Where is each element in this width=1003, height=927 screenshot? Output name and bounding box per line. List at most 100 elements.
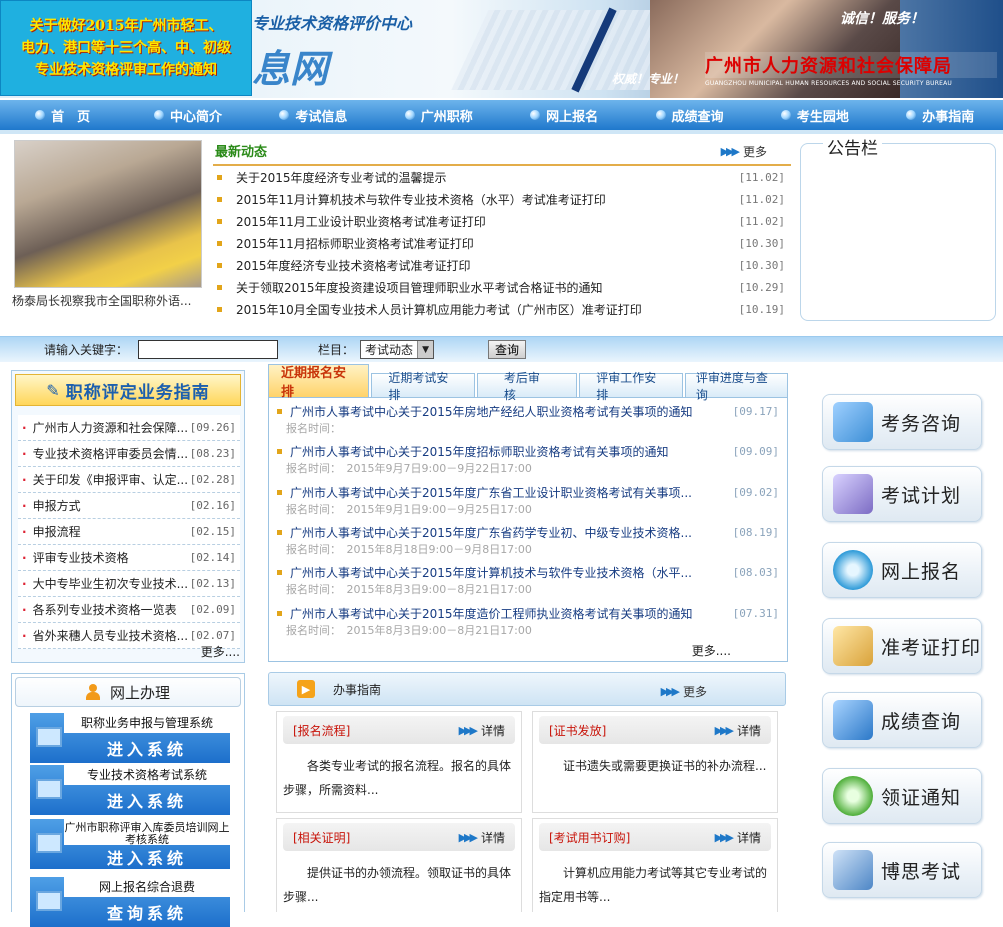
list-item[interactable]: · 评审专业技术资格 [02.14] bbox=[18, 545, 240, 571]
service-card-tag[interactable]: [证书发放] bbox=[549, 722, 606, 739]
guide-item-title[interactable]: 申报方式 bbox=[33, 497, 190, 514]
side-button-certificate[interactable]: 领证通知 bbox=[822, 768, 982, 824]
side-button-print[interactable]: 准考证打印 bbox=[822, 618, 982, 674]
nav-guide[interactable]: 办事指南 bbox=[878, 100, 1003, 130]
nav-about[interactable]: 中心简介 bbox=[125, 100, 250, 130]
registration-time: 报名时间： bbox=[286, 422, 341, 435]
side-button-consult[interactable]: 考务咨询 bbox=[822, 394, 982, 450]
list-item[interactable]: · 广州市人力资源和社会保障... [09.26] bbox=[18, 415, 240, 441]
service-card-tag[interactable]: [报名流程] bbox=[293, 722, 350, 739]
bullet-icon bbox=[217, 306, 222, 312]
news-title[interactable]: 关于2015年度经济专业考试的温馨提示 bbox=[236, 169, 739, 186]
list-item[interactable]: · 专业技术资格评审委员会情... [08.23] bbox=[18, 441, 240, 467]
news-item[interactable]: 2015年11月工业设计职业资格考试准考证打印 [11.02] bbox=[213, 210, 791, 232]
news-item[interactable]: 2015年11月招标师职业资格考试准考证打印 [10.30] bbox=[213, 232, 791, 254]
service-card-tag[interactable]: [考试用书订购] bbox=[549, 829, 630, 846]
exam-title-link[interactable]: 广州市人事考试中心关于2015年度造价工程师执业资格考试有关事项的通知 bbox=[290, 605, 733, 622]
detail-link[interactable]: ▶▶▶ 详情 bbox=[715, 829, 761, 846]
news-title[interactable]: 2015年度经济专业技术资格考试准考证打印 bbox=[236, 257, 739, 274]
tab-recent-registration[interactable]: 近期报名安排 bbox=[268, 364, 370, 400]
exam-title-link[interactable]: 广州市人事考试中心关于2015年房地产经纪人职业资格考试有关事项的通知 bbox=[290, 403, 733, 420]
bullet-icon bbox=[277, 569, 282, 575]
list-item[interactable]: · 大中专毕业生初次专业技术... [02.13] bbox=[18, 571, 240, 597]
computer-icon bbox=[30, 877, 64, 927]
nav-label: 广州职称 bbox=[420, 109, 473, 125]
guide-item-title[interactable]: 省外来穗人员专业技术资格... bbox=[33, 627, 190, 644]
detail-label: 详情 bbox=[480, 830, 505, 845]
guide-item-title[interactable]: 专业技术资格评审委员会情... bbox=[33, 445, 190, 462]
guide-item-date: [08.23] bbox=[189, 447, 236, 460]
news-item[interactable]: 2015年11月计算机技术与软件专业技术资格（水平）考试准考证打印 [11.02] bbox=[213, 188, 791, 210]
tab-recent-exams[interactable]: 近期考试安排 bbox=[371, 371, 475, 402]
system-entry-button[interactable]: 专业技术资格考试系统 进入系统 bbox=[30, 765, 230, 815]
exam-title-link[interactable]: 广州市人事考试中心关于2015年度计算机技术与软件专业技术资格（水平... bbox=[290, 564, 733, 581]
tab-review-progress[interactable]: 评审进度与查询 bbox=[684, 371, 789, 402]
detail-link[interactable]: ▶▶▶ 详情 bbox=[715, 722, 761, 739]
exam-title-link[interactable]: 广州市人事考试中心关于2015年度广东省工业设计职业资格考试有关事项... bbox=[290, 484, 733, 501]
exam-date: [08.19] bbox=[732, 525, 779, 539]
guide-item-title[interactable]: 广州市人力资源和社会保障... bbox=[33, 419, 190, 436]
list-item[interactable]: · 申报流程 [02.15] bbox=[18, 519, 240, 545]
nav-label: 成绩查询 bbox=[671, 109, 724, 125]
news-photo[interactable] bbox=[14, 140, 202, 288]
keyword-input[interactable] bbox=[138, 340, 279, 359]
site-subtitle: 专业技术资格评价中心 bbox=[252, 14, 413, 33]
notice-link[interactable]: 关于做好2015年广州市轻工、 电力、港口等十三个高、中、初级 专业技术资格评审… bbox=[0, 0, 252, 96]
news-title[interactable]: 2015年11月招标师职业资格考试准考证打印 bbox=[236, 235, 739, 252]
detail-link[interactable]: ▶▶▶ 详情 bbox=[459, 829, 505, 846]
registration-time: 报名时间： 2015年9月7日9:00－9月22日17:00 bbox=[286, 462, 532, 475]
nav-home[interactable]: 首 页 bbox=[0, 100, 125, 130]
list-item[interactable]: · 各系列专业技术资格一览表 [02.09] bbox=[18, 597, 240, 623]
list-item[interactable]: · 申报方式 [02.16] bbox=[18, 493, 240, 519]
bullet-icon: · bbox=[22, 472, 27, 487]
service-card-body: 证书遗失或需要更换证书的补办流程... bbox=[563, 759, 767, 773]
side-button-exam[interactable]: 博思考试 bbox=[822, 842, 982, 898]
nav-register[interactable]: 网上报名 bbox=[502, 100, 627, 130]
nav-exam-info[interactable]: 考试信息 bbox=[251, 100, 376, 130]
service-card: [证书发放] ▶▶▶ 详情 证书遗失或需要更换证书的补办流程... bbox=[532, 711, 778, 813]
nav-label: 考生园地 bbox=[796, 109, 849, 125]
side-button-score[interactable]: 成绩查询 bbox=[822, 692, 982, 748]
system-entry-button[interactable]: 广州市职称评审入库委员培训网上考核系统 进入系统 bbox=[30, 819, 230, 869]
system-entry-button[interactable]: 网上报名综合退费 查询系统 bbox=[30, 877, 230, 927]
service-card-tag[interactable]: [相关证明] bbox=[293, 829, 350, 846]
column-select[interactable]: 考试动态 ▼ bbox=[360, 340, 435, 359]
exam-more-link[interactable]: 更多.... bbox=[692, 642, 731, 659]
news-item[interactable]: 关于2015年度经济专业考试的温馨提示 [11.02] bbox=[213, 166, 791, 188]
tab-review-schedule[interactable]: 评审工作安排 bbox=[579, 371, 683, 402]
latest-more-link[interactable]: ▶▶▶ 更多 bbox=[721, 143, 767, 160]
system-entry-button[interactable]: 职称业务申报与管理系统 进入系统 bbox=[30, 713, 230, 763]
service-guide-more-link[interactable]: ▶▶▶ 更多 bbox=[661, 683, 707, 700]
news-title[interactable]: 关于领取2015年度投资建设项目管理师职业水平考试合格证书的通知 bbox=[236, 279, 739, 296]
side-button-plan[interactable]: 考试计划 bbox=[822, 466, 982, 522]
nav-candidates[interactable]: 考生园地 bbox=[752, 100, 877, 130]
guide-item-title[interactable]: 各系列专业技术资格一览表 bbox=[33, 601, 190, 618]
tab-post-exam-review[interactable]: 考后审核 bbox=[476, 371, 578, 402]
guide-item-title[interactable]: 关于印发《申报评审、认定... bbox=[33, 471, 190, 488]
nav-scores[interactable]: 成绩查询 bbox=[627, 100, 752, 130]
news-title[interactable]: 2015年11月计算机技术与软件专业技术资格（水平）考试准考证打印 bbox=[236, 191, 739, 208]
exam-title-link[interactable]: 广州市人事考试中心关于2015年度广东省药学专业初、中级专业技术资格... bbox=[290, 524, 733, 541]
guide-more-link[interactable]: 更多.... bbox=[201, 643, 240, 660]
side-button-label: 博思考试 bbox=[881, 860, 962, 883]
consult-icon bbox=[833, 402, 873, 442]
exam-title-link[interactable]: 广州市人事考试中心关于2015年度招标师职业资格考试有关事项的通知 bbox=[290, 443, 733, 460]
nav-titles[interactable]: 广州职称 bbox=[376, 100, 501, 130]
guide-item-title[interactable]: 大中专毕业生初次专业技术... bbox=[33, 575, 190, 592]
detail-link[interactable]: ▶▶▶ 详情 bbox=[459, 722, 505, 739]
news-title[interactable]: 2015年11月工业设计职业资格考试准考证打印 bbox=[236, 213, 739, 230]
news-photo-caption[interactable]: 杨泰局长视察我市全国职称外语... bbox=[12, 292, 212, 309]
service-card-header: [相关证明] ▶▶▶ 详情 bbox=[283, 823, 515, 851]
news-date: [10.30] bbox=[738, 236, 785, 250]
news-item[interactable]: 2015年10月全国专业技术人员计算机应用能力考试（广州市区）准考证打印 [10.… bbox=[213, 298, 791, 320]
news-item[interactable]: 关于领取2015年度投资建设项目管理师职业水平考试合格证书的通知 [10.29] bbox=[213, 276, 791, 298]
guide-item-title[interactable]: 申报流程 bbox=[33, 523, 190, 540]
guide-item-title[interactable]: 评审专业技术资格 bbox=[33, 549, 190, 566]
side-button-register[interactable]: 网上报名 bbox=[822, 542, 982, 598]
list-item[interactable]: · 关于印发《申报评审、认定... [02.28] bbox=[18, 467, 240, 493]
notice-text[interactable]: 关于做好2015年广州市轻工、 电力、港口等十三个高、中、初级 专业技术资格评审… bbox=[21, 15, 231, 81]
news-title[interactable]: 2015年10月全国专业技术人员计算机应用能力考试（广州市区）准考证打印 bbox=[236, 301, 739, 318]
search-button[interactable]: 查询 bbox=[488, 340, 527, 359]
news-item[interactable]: 2015年度经济专业技术资格考试准考证打印 [10.30] bbox=[213, 254, 791, 276]
slogan-left: 权威！专业！ bbox=[612, 72, 685, 86]
